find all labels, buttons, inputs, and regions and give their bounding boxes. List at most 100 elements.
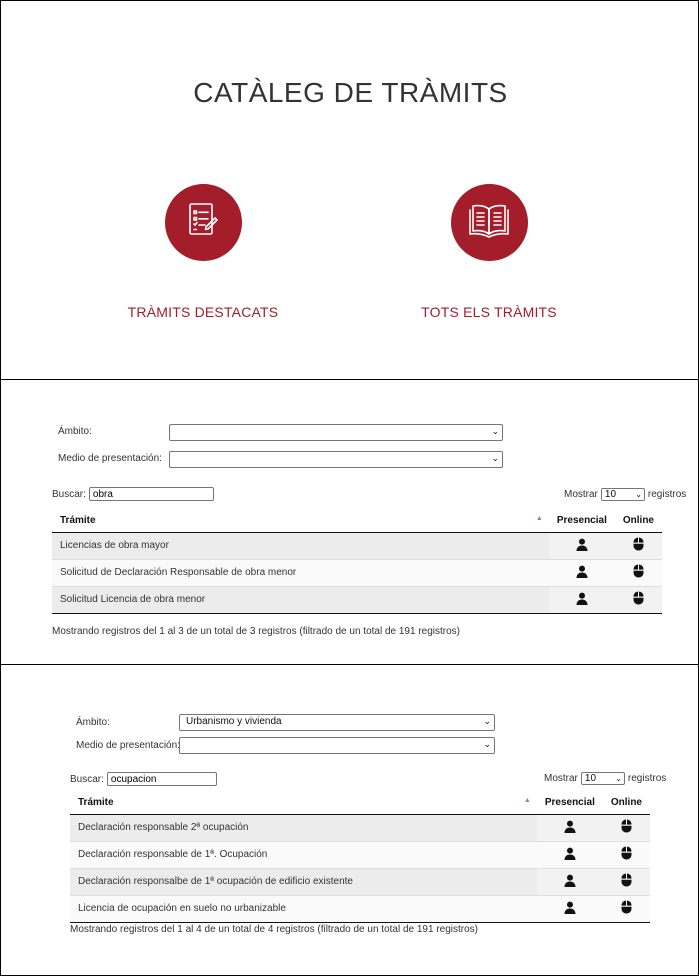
presencial-cell[interactable] [536, 814, 603, 842]
search-panel-obra: Ámbito: ⌄ Medio de presentación: ⌄ Busca… [0, 379, 699, 665]
mouse-icon[interactable] [633, 537, 644, 554]
search-input[interactable] [106, 772, 217, 786]
user-icon[interactable] [576, 538, 588, 554]
search-input[interactable] [88, 487, 214, 501]
table-row: Declaración responsable de 1ª. Ocupación [70, 841, 650, 869]
featured-procedures-link[interactable]: TRÀMITS DESTACATS [93, 304, 313, 320]
column-header-presencial[interactable]: Presencial [548, 510, 615, 533]
mouse-icon[interactable] [621, 819, 632, 836]
user-icon[interactable] [564, 820, 576, 836]
user-icon[interactable] [576, 592, 588, 608]
ambito-select-value: Urbanismo y vivienda [186, 716, 282, 727]
search-label: Buscar: [70, 773, 104, 785]
presencial-cell[interactable] [548, 586, 615, 614]
presencial-cell[interactable] [536, 895, 603, 923]
medio-label: Medio de presentación: [58, 453, 162, 464]
medio-row: Medio de presentación: [58, 453, 162, 464]
tramite-cell: Licencia de ocupación en suelo no urbani… [70, 895, 537, 923]
online-cell[interactable] [614, 586, 662, 614]
table-row: Licencia de ocupación en suelo no urbani… [70, 895, 650, 923]
column-header-online[interactable]: Online [602, 792, 650, 815]
show-suffix: registros [627, 773, 667, 784]
mouse-icon[interactable] [621, 873, 632, 890]
tramite-cell: Licencias de obra mayor [52, 532, 549, 560]
show-suffix: registros [647, 489, 687, 500]
presencial-cell[interactable] [548, 559, 615, 587]
all-procedures-link[interactable]: TOTS ELS TRÀMITS [379, 304, 599, 320]
ambito-select[interactable]: ⌄ [169, 424, 503, 441]
open-book-icon [466, 198, 512, 247]
online-cell[interactable] [614, 559, 662, 587]
search-label: Buscar: [52, 488, 86, 500]
page-length-select[interactable]: 10 ⌄ [580, 772, 625, 785]
show-label: Mostrar [544, 773, 578, 784]
medio-select[interactable]: ⌄ [179, 737, 495, 754]
all-procedures-button[interactable] [450, 184, 528, 261]
user-icon[interactable] [564, 874, 576, 890]
table-header-row: Trámite ▲ Presencial Online [70, 792, 650, 815]
ambito-row: Ámbito: [76, 717, 110, 728]
online-cell[interactable] [602, 841, 650, 869]
chevron-down-icon: ⌄ [635, 490, 642, 499]
procedures-table: Trámite ▲ Presencial Online Declaración … [70, 792, 650, 923]
ambito-row: Ámbito: [58, 426, 92, 437]
online-cell[interactable] [602, 895, 650, 923]
checklist-document-icon [181, 198, 225, 247]
medio-select[interactable]: ⌄ [169, 451, 503, 468]
page-length-value: 10 [604, 489, 617, 500]
show-label: Mostrar [564, 489, 598, 500]
table-row: Solicitud Licencia de obra menor [52, 586, 662, 614]
mouse-icon[interactable] [621, 900, 632, 917]
tramite-cell: Declaración responsable de 1ª. Ocupación [70, 841, 537, 869]
page-length-control: Mostrar 10 ⌄ registros [564, 488, 686, 501]
table-row: Declaración responsalbe de 1ª ocupación … [70, 868, 650, 896]
chevron-down-icon: ⌄ [483, 739, 491, 749]
presencial-cell[interactable] [548, 532, 615, 560]
tramite-cell: Solicitud Licencia de obra menor [52, 586, 549, 614]
sort-ascending-icon: ▲ [523, 797, 531, 804]
tramite-cell: Declaración responsalbe de 1ª ocupación … [70, 868, 537, 896]
page-title: CATÀLEG DE TRÀMITS [193, 77, 508, 108]
table-row: Licencias de obra mayor [52, 532, 662, 560]
chevron-down-icon: ⌄ [491, 453, 499, 463]
column-header-tramite[interactable]: Trámite ▲ [70, 792, 537, 815]
online-cell[interactable] [602, 868, 650, 896]
catalog-panel: CATÀLEG DE TRÀMITS TRÀMITS DESTACATS TOT… [0, 0, 699, 380]
ambito-label: Ámbito: [76, 717, 110, 728]
medio-label: Medio de presentación: [76, 740, 180, 751]
page-length-control: Mostrar 10 ⌄ registros [544, 772, 666, 785]
search-box: Buscar: [70, 772, 217, 786]
chevron-down-icon: ⌄ [615, 774, 622, 783]
sort-ascending-icon: ▲ [535, 515, 543, 522]
table-info: Mostrando registros del 1 al 3 de un tot… [52, 626, 461, 637]
page-length-value: 10 [584, 773, 597, 784]
user-icon[interactable] [564, 901, 576, 917]
table-row: Solicitud de Declaración Responsable de … [52, 559, 662, 587]
table-info: Mostrando registros del 1 al 4 de un tot… [70, 924, 479, 935]
procedures-table: Trámite ▲ Presencial Online Licencias de… [52, 510, 662, 614]
medio-row: Medio de presentación: [76, 740, 180, 751]
search-panel-ocupacion: Ámbito: Urbanismo y vivienda ⌄ Medio de … [0, 664, 699, 976]
featured-procedures-card[interactable]: TRÀMITS DESTACATS [93, 184, 313, 320]
table-header-row: Trámite ▲ Presencial Online [52, 510, 662, 533]
column-header-online[interactable]: Online [614, 510, 662, 533]
mouse-icon[interactable] [633, 564, 644, 581]
page-length-select[interactable]: 10 ⌄ [600, 488, 645, 501]
presencial-cell[interactable] [536, 841, 603, 869]
table-row: Declaración responsable 2ª ocupación [70, 814, 650, 842]
online-cell[interactable] [614, 532, 662, 560]
mouse-icon[interactable] [621, 846, 632, 863]
user-icon[interactable] [576, 565, 588, 581]
search-box: Buscar: [52, 487, 214, 501]
presencial-cell[interactable] [536, 868, 603, 896]
user-icon[interactable] [564, 847, 576, 863]
mouse-icon[interactable] [633, 591, 644, 608]
featured-procedures-button[interactable] [164, 184, 242, 261]
online-cell[interactable] [602, 814, 650, 842]
ambito-select[interactable]: Urbanismo y vivienda ⌄ [179, 714, 495, 731]
ambito-label: Ámbito: [58, 426, 92, 437]
column-header-tramite[interactable]: Trámite ▲ [52, 510, 549, 533]
all-procedures-card[interactable]: TOTS ELS TRÀMITS [379, 184, 599, 320]
tramite-cell: Declaración responsable 2ª ocupación [70, 814, 537, 842]
column-header-presencial[interactable]: Presencial [536, 792, 603, 815]
